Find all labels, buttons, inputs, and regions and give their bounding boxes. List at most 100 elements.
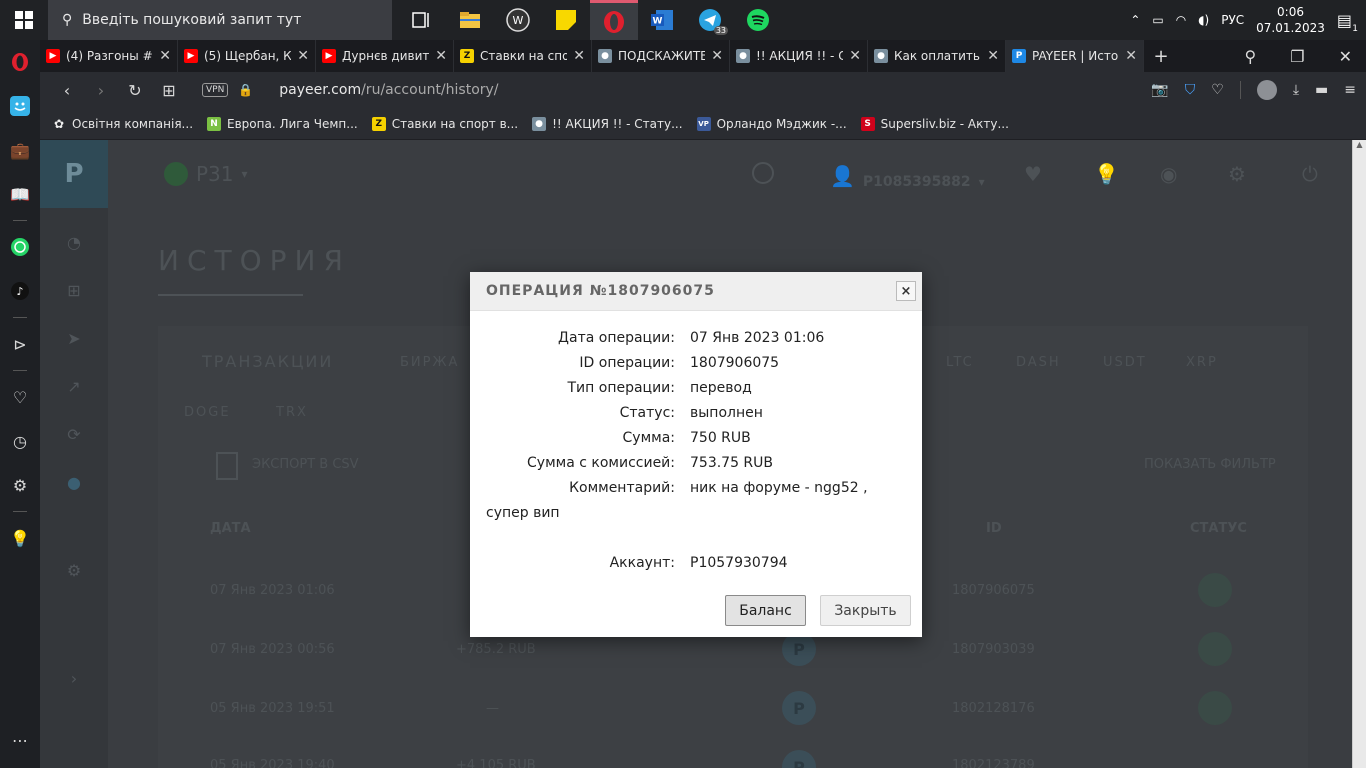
bookmark-item[interactable]: VP Орландо Мэджик -... xyxy=(696,116,847,131)
tab-close-icon[interactable]: ✕ xyxy=(573,48,585,64)
telegram-icon[interactable]: 33 xyxy=(686,0,734,40)
bookmark-heart-icon[interactable]: ♡ xyxy=(1211,82,1224,98)
tab-close-icon[interactable]: ✕ xyxy=(297,48,309,64)
opera-taskbar-icon[interactable] xyxy=(590,0,638,40)
more-dots-icon[interactable]: ⋯ xyxy=(0,718,40,762)
account-indicator[interactable]: 👤 P1085395882 ▾ xyxy=(830,162,985,190)
chart-icon[interactable]: ↗ xyxy=(40,362,108,410)
balance-indicator[interactable]: P31 ▾ xyxy=(164,162,248,186)
tab-close-icon[interactable]: ✕ xyxy=(987,48,999,64)
deposit-icon[interactable]: ⊞ xyxy=(40,266,108,314)
browser-tab-active[interactable]: P PAYEER | Истори ✕ xyxy=(1006,40,1144,72)
scroll-up-arrow-icon[interactable]: ▲ xyxy=(1353,140,1366,149)
spotify-icon[interactable] xyxy=(734,0,782,40)
tips-bulb-icon[interactable]: 💡 xyxy=(1094,162,1119,186)
bookmark-item[interactable]: ✿ Освітня компанія... xyxy=(52,117,193,131)
wifi-icon[interactable]: ◠ xyxy=(1176,13,1186,27)
close-button[interactable]: Закрыть xyxy=(820,595,911,626)
aria-assistant-icon[interactable] xyxy=(0,84,40,128)
tab-close-icon[interactable]: ✕ xyxy=(159,48,171,64)
player-icon[interactable]: ⊳ xyxy=(0,322,40,366)
volume-icon[interactable]: ◖) xyxy=(1198,13,1209,27)
tab-exchange[interactable]: БИРЖА xyxy=(400,355,459,370)
workspaces-icon[interactable]: 💼 xyxy=(0,128,40,172)
window-close-icon[interactable]: ✕ xyxy=(1339,47,1352,66)
adblock-shield-icon[interactable]: ⛉ xyxy=(1185,82,1196,98)
payeer-logo[interactable]: P xyxy=(40,140,108,208)
windows-start-icon[interactable] xyxy=(0,0,48,40)
tab-dash[interactable]: DASH xyxy=(1016,355,1061,370)
sticky-notes-icon[interactable] xyxy=(542,0,590,40)
chevron-up-icon[interactable]: ⌃ xyxy=(1130,13,1140,27)
browser-tab[interactable]: ● !! АКЦИЯ !! - Ст ✕ xyxy=(730,40,868,72)
tab-trx[interactable]: TRX xyxy=(276,405,308,420)
vpn-badge[interactable]: VPN xyxy=(202,83,229,97)
help-icon[interactable] xyxy=(752,162,774,184)
logout-power-icon[interactable]: ⏻ xyxy=(1302,162,1318,186)
send-icon[interactable]: ➤ xyxy=(40,314,108,362)
easy-setup-icon[interactable]: ≡ xyxy=(1344,82,1356,98)
browser-tab[interactable]: ▶ (4) Разгоны #96 ✕ xyxy=(40,40,178,72)
tiktok-icon[interactable]: ♪ xyxy=(0,269,40,313)
tab-close-icon[interactable]: ✕ xyxy=(711,48,723,64)
tab-close-icon[interactable]: ✕ xyxy=(1125,48,1137,64)
url-field[interactable]: payeer.com/ru/account/history/ xyxy=(279,82,498,98)
notification-icon[interactable]: ▤ 1 xyxy=(1337,11,1358,34)
favorites-heart-icon[interactable]: ♥ xyxy=(1024,162,1042,186)
history-clock-icon[interactable]: ◷ xyxy=(0,419,40,463)
reload-icon[interactable]: ↻ xyxy=(118,81,152,100)
export-csv-link[interactable]: ЭКСПОРТ В CSV xyxy=(252,457,359,472)
back-arrow-icon[interactable]: ‹ xyxy=(50,81,84,100)
bookmark-item[interactable]: ● !! АКЦИЯ !! - Стату... xyxy=(532,116,683,131)
file-explorer-icon[interactable] xyxy=(446,0,494,40)
reading-list-icon[interactable]: 📖 xyxy=(0,172,40,216)
chat-icon[interactable]: ◉ xyxy=(1160,162,1177,186)
battery-saver-icon[interactable]: ▬ xyxy=(1315,82,1328,98)
tab-transactions[interactable]: ТРАНЗАКЦИИ xyxy=(202,352,333,371)
battery-icon[interactable]: ▭ xyxy=(1152,13,1163,27)
language-indicator[interactable]: РУС xyxy=(1221,13,1244,27)
taskbar-clock[interactable]: 0:06 07.01.2023 xyxy=(1256,4,1325,36)
profile-avatar-icon[interactable] xyxy=(1256,80,1277,100)
modal-close-icon[interactable]: × xyxy=(896,281,916,301)
page-scrollbar[interactable]: ▲ xyxy=(1352,140,1366,768)
new-tab-plus-icon[interactable]: + xyxy=(1144,46,1178,67)
snapshot-camera-icon[interactable]: 📷 xyxy=(1151,82,1168,98)
downloads-icon[interactable]: ⤓ xyxy=(1293,82,1299,98)
task-view-icon[interactable] xyxy=(398,0,446,40)
bookmark-item[interactable]: N Европа. Лига Чемп... xyxy=(207,116,358,131)
collapse-chevron-icon[interactable]: › xyxy=(40,654,108,702)
tab-close-icon[interactable]: ✕ xyxy=(849,48,861,64)
lock-icon[interactable]: 🔒 xyxy=(238,83,253,97)
whatsapp-icon[interactable] xyxy=(0,225,40,269)
window-restore-icon[interactable]: ❐ xyxy=(1290,47,1304,66)
bookmark-item[interactable]: Z Ставки на спорт в... xyxy=(371,116,518,131)
word-icon[interactable]: W xyxy=(638,0,686,40)
settings-gear-icon[interactable]: ⚙ xyxy=(1228,162,1246,186)
exchange-icon[interactable]: ⟳ xyxy=(40,410,108,458)
settings-gear-icon[interactable]: ⚙ xyxy=(0,463,40,507)
tab-doge[interactable]: DOGE xyxy=(184,405,231,420)
browser-tab[interactable]: ▶ Дурнєв дивиться ✕ xyxy=(316,40,454,72)
settings-icon[interactable]: ⚙ xyxy=(40,546,108,594)
browser-tab[interactable]: ● ПОДСКАЖИТЕ ✕ xyxy=(592,40,730,72)
tab-search-icon[interactable]: ⚲ xyxy=(1245,47,1257,66)
show-filter-link[interactable]: ПОКАЗАТЬ ФИЛЬТР xyxy=(1144,457,1276,472)
browser-tab[interactable]: ▶ (5) Щербан, Кус ✕ xyxy=(178,40,316,72)
lightbulb-icon[interactable]: 💡 xyxy=(0,516,40,560)
browser-tab[interactable]: ● Как оплатить П ✕ xyxy=(868,40,1006,72)
tab-usdt[interactable]: USDT xyxy=(1103,355,1147,370)
tab-ltc[interactable]: LTC xyxy=(946,355,974,370)
winamp-icon[interactable]: W xyxy=(494,0,542,40)
balance-button[interactable]: Баланс xyxy=(725,595,806,626)
opera-logo-icon[interactable] xyxy=(0,40,40,84)
history-icon[interactable]: ● xyxy=(40,458,108,506)
tab-close-icon[interactable]: ✕ xyxy=(435,48,447,64)
dashboard-icon[interactable]: ◔ xyxy=(40,218,108,266)
heart-icon[interactable]: ♡ xyxy=(0,375,40,419)
tab-xrp[interactable]: XRP xyxy=(1186,355,1218,370)
speed-dial-grid-icon[interactable]: ⊞ xyxy=(152,81,186,100)
browser-tab[interactable]: Z Ставки на спорт ✕ xyxy=(454,40,592,72)
taskbar-search-box[interactable]: ⚲ Введіть пошуковий запит тут xyxy=(48,0,392,40)
forward-arrow-icon[interactable]: › xyxy=(84,81,118,100)
